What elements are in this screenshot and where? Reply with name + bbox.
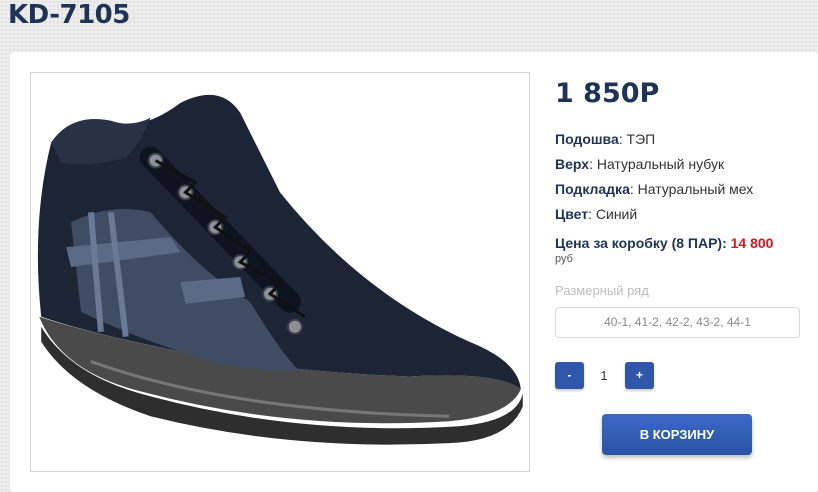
spec-upper-value: Натуральный нубук <box>596 156 725 172</box>
spec-sole: Подошва: ТЭП <box>555 131 656 147</box>
spec-color-value: Синий <box>595 206 638 222</box>
size-range-field[interactable]: 40-1, 41-2, 42-2, 43-2, 44-1 <box>555 307 800 338</box>
spec-color: Цвет: Синий <box>555 206 638 222</box>
quantity-input[interactable]: 1 <box>588 362 620 389</box>
boot-illustration <box>37 94 523 445</box>
spec-upper-label: Верх <box>555 156 590 172</box>
quantity-increase-button[interactable]: + <box>625 362 654 389</box>
size-range-label: Размерный ряд <box>555 283 649 298</box>
spec-lining-value: Натуральный мех <box>637 181 754 197</box>
box-price: Цена за коробку (8 ПАР): 14 800 руб <box>555 235 773 267</box>
quantity-decrease-button[interactable]: - <box>555 362 584 389</box>
box-price-unit: руб <box>555 253 573 265</box>
spec-lining-label: Подкладка <box>555 181 630 197</box>
add-to-cart-button[interactable]: В КОРЗИНУ <box>602 414 752 455</box>
product-price: 1 850Р <box>555 78 660 109</box>
spec-upper: Верх: Натуральный нубук <box>555 156 725 172</box>
product-image[interactable] <box>30 72 530 472</box>
spec-lining: Подкладка: Натуральный мех <box>555 181 754 197</box>
spec-color-label: Цвет <box>555 206 589 222</box>
product-title: KD-7105 <box>8 0 130 30</box>
box-price-label: Цена за коробку (8 ПАР): <box>555 235 727 251</box>
spec-sole-value: ТЭП <box>626 131 656 147</box>
spec-sole-label: Подошва <box>555 131 619 147</box>
box-price-value: 14 800 <box>730 235 774 251</box>
